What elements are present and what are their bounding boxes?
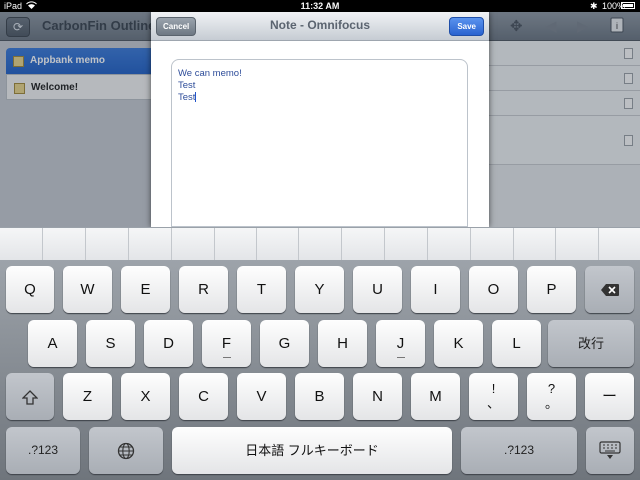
return-key[interactable]: 改行	[548, 320, 634, 367]
backspace-icon	[600, 281, 620, 298]
delete-key[interactable]	[585, 266, 634, 313]
key-f-label: F	[221, 335, 232, 352]
status-time: 11:32 AM	[300, 1, 340, 11]
note-line: Test	[178, 92, 196, 103]
keyboard-dismiss-icon	[599, 441, 621, 460]
numbers-key-left[interactable]: .?123	[6, 427, 80, 474]
key-u[interactable]: U	[353, 266, 402, 313]
key-c[interactable]: C	[179, 373, 228, 420]
space-key[interactable]: 日本語 フルキーボード	[172, 427, 452, 474]
key-v[interactable]: V	[237, 373, 286, 420]
key-i[interactable]: I	[411, 266, 460, 313]
key-dash[interactable]: ー	[585, 373, 634, 420]
key-x[interactable]: X	[121, 373, 170, 420]
key-q[interactable]: Q	[6, 266, 54, 313]
save-button[interactable]: Save	[449, 17, 484, 36]
bluetooth-icon: ✱	[590, 1, 598, 11]
globe-key[interactable]	[89, 427, 163, 474]
key-h[interactable]: H	[318, 320, 367, 367]
key-l[interactable]: L	[492, 320, 541, 367]
punct-bottom: 。	[544, 396, 558, 411]
key-d[interactable]: D	[144, 320, 193, 367]
key-j-label: J	[396, 335, 405, 352]
key-y[interactable]: Y	[295, 266, 344, 313]
globe-icon	[117, 442, 135, 460]
keyboard: Q W E R T Y U I O P A S D F G H J K L 改行…	[0, 260, 640, 480]
note-modal: Cancel Note - Omnifocus Save We can memo…	[151, 12, 489, 227]
punct-top: !	[491, 381, 496, 396]
punct-bottom: 、	[486, 396, 500, 411]
text-caret	[195, 92, 197, 103]
key-g[interactable]: G	[260, 320, 309, 367]
key-j[interactable]: J	[376, 320, 425, 367]
key-t[interactable]: T	[237, 266, 286, 313]
key-a[interactable]: A	[28, 320, 77, 367]
key-p[interactable]: P	[527, 266, 576, 313]
key-exclaim-comma[interactable]: ! 、	[469, 373, 518, 420]
status-bar: iPad 11:32 AM ✱ 100%	[0, 0, 640, 12]
key-o[interactable]: O	[469, 266, 518, 313]
shift-key[interactable]	[6, 373, 54, 420]
key-n[interactable]: N	[353, 373, 402, 420]
shift-arrow-icon	[21, 388, 39, 405]
modal-title: Note - Omnifocus	[269, 18, 370, 32]
key-k[interactable]: K	[434, 320, 483, 367]
battery-icon	[621, 2, 635, 9]
key-z[interactable]: Z	[63, 373, 112, 420]
key-s[interactable]: S	[86, 320, 135, 367]
key-f[interactable]: F	[202, 320, 251, 367]
modal-nav-bar: Cancel Note - Omnifocus Save	[151, 12, 489, 41]
note-line: Test	[178, 80, 196, 91]
key-e[interactable]: E	[121, 266, 170, 313]
key-w[interactable]: W	[63, 266, 112, 313]
key-b[interactable]: B	[295, 373, 344, 420]
note-line: We can memo!	[178, 68, 242, 79]
candidate-bar[interactable]	[0, 227, 640, 261]
key-r[interactable]: R	[179, 266, 228, 313]
key-m[interactable]: M	[411, 373, 460, 420]
note-text-area[interactable]: We can memo! Test Test	[171, 59, 468, 227]
numbers-key-right[interactable]: .?123	[461, 427, 577, 474]
key-question-period[interactable]: ? 。	[527, 373, 576, 420]
punct-top: ?	[547, 381, 556, 396]
dismiss-keyboard-key[interactable]	[586, 427, 634, 474]
